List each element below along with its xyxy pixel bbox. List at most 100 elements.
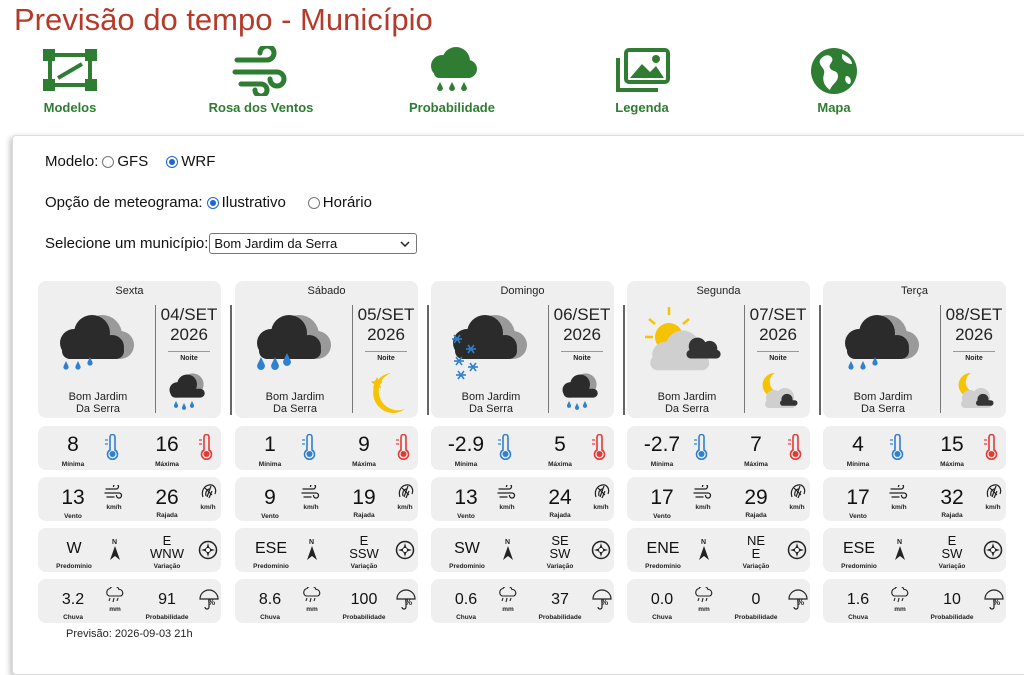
sun-cloud-icon <box>639 305 739 385</box>
compass-rose-icon <box>395 540 415 565</box>
min-label: Mínima <box>454 461 478 468</box>
night-label: Noite <box>573 355 591 362</box>
city-select-value: Bom Jardim da Serra <box>214 236 338 251</box>
page-title: Previsão do tempo - Município <box>14 2 433 37</box>
model-option-wrf[interactable]: WRF <box>162 153 215 170</box>
meteogram-option-illustrative[interactable]: Ilustrativo <box>203 194 286 211</box>
thermometer-hot-icon <box>395 433 411 465</box>
wind-label: Vento <box>261 513 279 520</box>
column-separator <box>427 305 429 415</box>
date: 07/SET 2026 <box>746 305 810 345</box>
thermometer-hot-icon <box>198 433 214 465</box>
day-summary-card: Sexta Bom Jardim Da Serra 04/SET 2026 Noit… <box>38 281 221 418</box>
north-arrow-icon: N <box>697 537 711 566</box>
wrf-radio[interactable] <box>166 155 179 168</box>
illustrative-radio[interactable] <box>206 196 219 209</box>
umbrella-percent-icon: % <box>198 589 220 616</box>
snow-cloud-icon <box>443 305 543 385</box>
wind-icon <box>104 483 124 506</box>
rain-amount: 0.0 <box>650 591 674 608</box>
north-arrow-icon: N <box>108 537 122 566</box>
rain-gauge-icon <box>889 585 911 608</box>
night-label: Noite <box>180 355 198 362</box>
rain-card: 1.6 Chuva mm 10 Probabilidade % <box>823 579 1006 623</box>
wind-speed: 9 <box>264 486 276 509</box>
legend-button[interactable]: Legenda <box>612 46 672 115</box>
umbrella-percent-icon: % <box>983 589 1005 616</box>
gallery-icon <box>616 48 670 92</box>
model-label: Modelo: <box>45 153 99 170</box>
probability-label: Probabilidade <box>930 614 974 621</box>
city-row: Selecione um município: Bom Jardim da Se… <box>45 233 418 254</box>
models-icon <box>43 49 97 91</box>
meteogram-option-hourly[interactable]: Horário <box>304 194 372 211</box>
city-line-2: Da Serra <box>664 403 710 415</box>
min-temp: -2.9 <box>447 433 485 456</box>
wind-rose-button[interactable]: Rosa dos Ventos <box>206 46 316 115</box>
rain-card: 0.6 Chuva mm 37 Probabilidade % <box>431 579 614 623</box>
date-day: 05/SET <box>357 305 415 324</box>
city-select[interactable]: Bom Jardim da Serra <box>209 233 418 254</box>
model-option-gfs[interactable]: GFS <box>98 153 148 170</box>
gust-speed: 26 <box>155 486 179 509</box>
rain-amount: 1.6 <box>846 591 870 608</box>
gfs-radio[interactable] <box>102 155 115 168</box>
wind-label: Vento <box>849 513 867 520</box>
mm-label: mm <box>698 606 710 613</box>
gust-speed: 32 <box>940 486 964 509</box>
direction-card: ESE Predomínio N E SW Variação <box>823 528 1006 572</box>
day-name: Sexta <box>115 285 144 297</box>
thermometer-hot-icon <box>591 433 607 465</box>
day-name: Terça <box>901 285 928 297</box>
svg-text:%: % <box>797 598 804 607</box>
divider <box>352 305 353 413</box>
compass-rose-icon <box>787 540 807 565</box>
moon-star-icon <box>361 369 409 418</box>
divider <box>561 351 603 352</box>
wind-speed: 17 <box>846 486 870 509</box>
hourly-radio[interactable] <box>307 196 320 209</box>
max-temp: 15 <box>940 433 964 456</box>
gust-speed: 19 <box>352 486 376 509</box>
models-button[interactable]: Modelos <box>38 46 102 115</box>
day-summary-card: Terça Bom Jardim Da Serra 08/SET 2026 Noit… <box>823 281 1006 418</box>
date-year: 2026 <box>367 325 405 344</box>
meteogram-row: Opção de meteograma: Ilustrativo Horário <box>45 194 386 211</box>
wind-direction: ESE <box>254 540 287 557</box>
kmh-label: km/h <box>695 504 711 511</box>
meteogram-label: Opção de meteograma: <box>45 194 203 211</box>
rain-cloud-icon <box>50 305 150 385</box>
moon-cloud-icon <box>753 369 801 418</box>
probability-button[interactable]: Probabilidade <box>406 46 498 115</box>
variation-to: SW <box>941 546 963 561</box>
direction-card: ENE Predomínio N NE E Variação <box>627 528 810 572</box>
rain-cloud-icon <box>431 47 477 91</box>
compass-rose-icon <box>591 540 611 565</box>
city-name: Bom Jardim Da Serra <box>637 391 737 415</box>
wind-icon <box>693 483 713 506</box>
compass-rose-icon <box>983 540 1003 565</box>
wind-icon <box>301 483 321 506</box>
moon-cloud-icon <box>949 369 997 418</box>
night-label: Noite <box>377 355 395 362</box>
variation-label: Variação <box>742 563 770 570</box>
day-summary-card: Sábado Bom Jardim Da Serra 05/SET 2026 Noi… <box>235 281 418 418</box>
variation-to: E <box>751 546 761 561</box>
globe-icon <box>811 48 857 94</box>
wind-direction: ENE <box>646 540 680 557</box>
umbrella-percent-icon: % <box>395 589 417 616</box>
thermometer-cold-icon <box>497 433 513 465</box>
wind-speed: 13 <box>61 486 85 509</box>
svg-text:%: % <box>601 598 608 607</box>
illustrative-label: Ilustrativo <box>221 194 286 211</box>
mm-label: mm <box>109 606 121 613</box>
city-name: Bom Jardim Da Serra <box>48 391 148 415</box>
map-label: Mapa <box>817 100 851 115</box>
map-button[interactable]: Mapa <box>808 46 860 115</box>
wind-card: 17 Vento km/h 32 Rajada km/h <box>823 477 1006 521</box>
night-label: Noite <box>769 355 787 362</box>
city-line-1: Bom Jardim <box>657 391 717 403</box>
date-day: 06/SET <box>553 305 611 324</box>
direction-card: SW Predomínio N SE SW Variação <box>431 528 614 572</box>
thermometer-cold-icon <box>104 433 120 465</box>
